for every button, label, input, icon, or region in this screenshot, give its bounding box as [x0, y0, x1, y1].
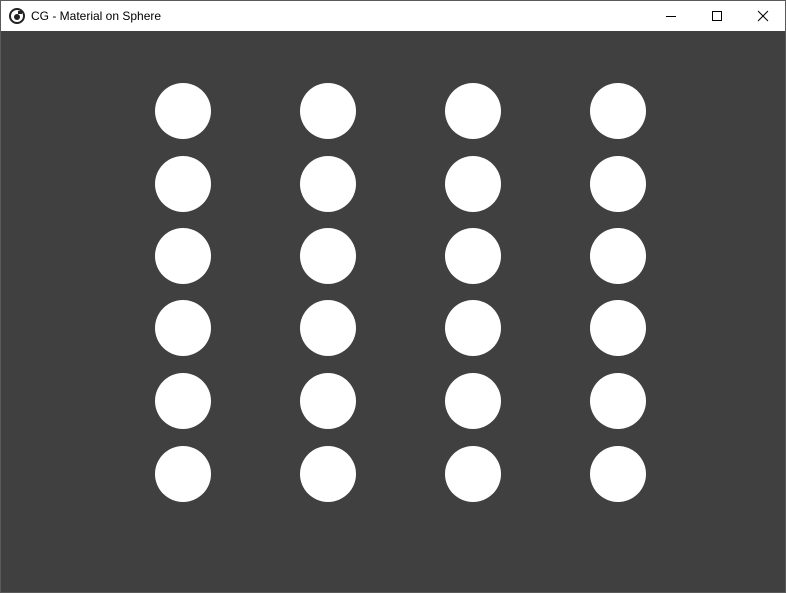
sphere-r4-c1 — [155, 300, 211, 356]
sphere-r6-c4 — [590, 446, 646, 502]
sphere-r2-c2 — [300, 156, 356, 212]
sphere-r3-c2 — [300, 228, 356, 284]
title-bar[interactable]: CG - Material on Sphere — [1, 1, 785, 31]
sphere-r5-c3 — [445, 373, 501, 429]
app-window: CG - Material on Sphere — [0, 0, 786, 593]
sphere-r2-c3 — [445, 156, 501, 212]
sphere-r5-c4 — [590, 373, 646, 429]
minimize-icon — [666, 16, 676, 17]
sphere-r3-c4 — [590, 228, 646, 284]
sphere-r2-c1 — [155, 156, 211, 212]
sphere-r6-c3 — [445, 446, 501, 502]
sphere-r4-c4 — [590, 300, 646, 356]
maximize-button[interactable] — [694, 1, 740, 31]
window-title: CG - Material on Sphere — [31, 9, 162, 23]
sphere-r6-c1 — [155, 446, 211, 502]
sphere-r4-c2 — [300, 300, 356, 356]
sphere-r1-c3 — [445, 83, 501, 139]
close-icon — [757, 10, 769, 22]
sphere-grid — [155, 83, 646, 502]
sphere-r6-c2 — [300, 446, 356, 502]
sphere-r1-c4 — [590, 83, 646, 139]
sphere-r1-c1 — [155, 83, 211, 139]
minimize-button[interactable] — [648, 1, 694, 31]
sphere-r5-c1 — [155, 373, 211, 429]
sphere-r5-c2 — [300, 373, 356, 429]
sphere-r2-c4 — [590, 156, 646, 212]
render-viewport[interactable] — [1, 31, 785, 592]
sphere-r4-c3 — [445, 300, 501, 356]
sphere-r3-c1 — [155, 228, 211, 284]
close-button[interactable] — [740, 1, 786, 31]
maximize-icon — [712, 11, 722, 21]
sphere-r1-c2 — [300, 83, 356, 139]
sphere-r3-c3 — [445, 228, 501, 284]
app-logo-icon — [9, 8, 25, 24]
